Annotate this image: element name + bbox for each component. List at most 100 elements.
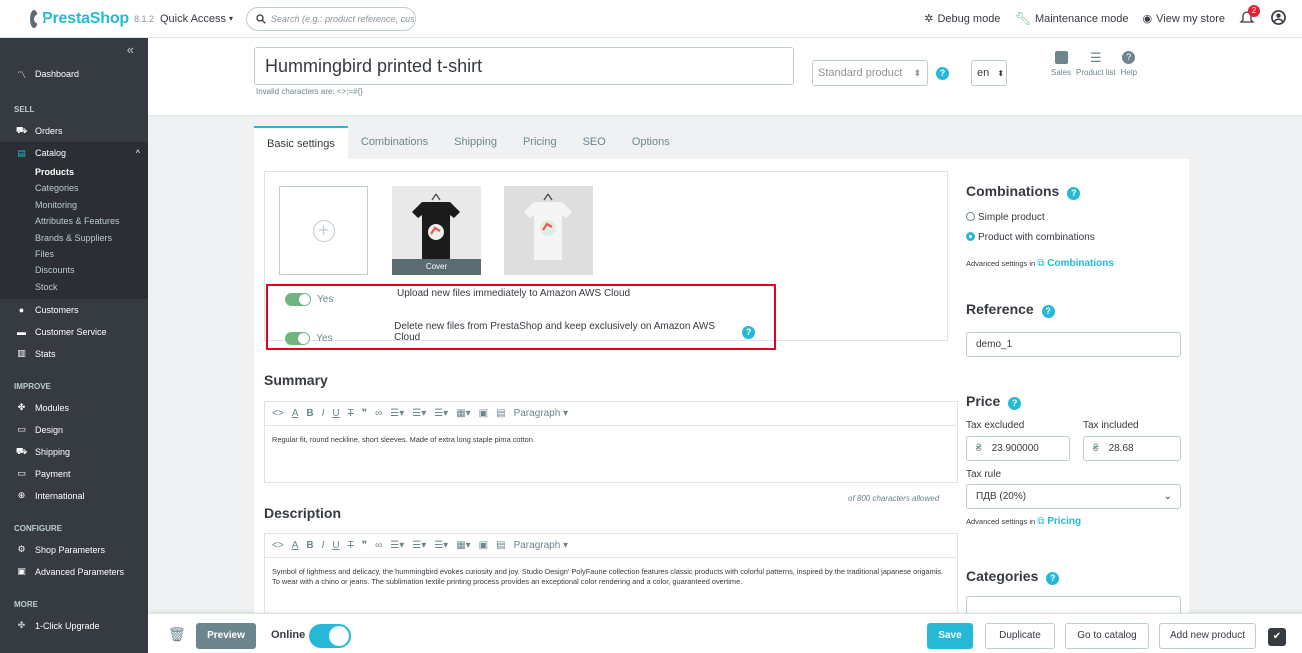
bullet-list-icon[interactable]: ☰▾	[412, 408, 426, 419]
table-icon[interactable]: ▦▾	[456, 540, 470, 551]
help-icon[interactable]: ?	[742, 325, 755, 339]
summary-editor[interactable]: <> A B I U T ❞ ∞ ☰▾ ☰▾ ☰▾ ▦▾ ▣ ▤ Paragra…	[264, 401, 958, 483]
help-icon[interactable]: ?	[1067, 187, 1081, 200]
sidebar-item-orders[interactable]: ⛟ Orders	[0, 120, 148, 142]
product-image-black[interactable]: Cover	[392, 186, 481, 275]
code-icon[interactable]: <>	[272, 540, 284, 551]
sidebar-sub-brands[interactable]: Brands & Suppliers	[0, 230, 148, 246]
bold-icon[interactable]: B	[306, 540, 313, 551]
sidebar-item-shipping[interactable]: ⛟ Shipping	[0, 441, 148, 463]
code-icon[interactable]: <>	[272, 408, 284, 419]
sidebar-item-customers[interactable]: ● Customers	[0, 299, 148, 321]
product-type-select[interactable]: Standard product ⬍	[812, 60, 928, 86]
text-color-icon[interactable]: A	[292, 408, 299, 419]
italic-icon[interactable]: I	[322, 408, 325, 419]
bold-icon[interactable]: B	[306, 408, 313, 419]
align-icon[interactable]: ☰▾	[390, 408, 404, 419]
debug-mode-link[interactable]: ✲ Debug mode	[924, 12, 1000, 26]
online-toggle[interactable]	[309, 624, 351, 648]
save-button[interactable]: Save	[927, 623, 973, 649]
sidebar-item-international[interactable]: ⊕ International	[0, 485, 148, 507]
numbered-list-icon[interactable]: ☰▾	[434, 540, 448, 551]
quick-access-dropdown[interactable]: Quick Access ▾	[160, 13, 246, 25]
help-icon[interactable]: ?	[1041, 305, 1055, 318]
underline-icon[interactable]: U	[332, 540, 339, 551]
paragraph-select[interactable]: Paragraph ▾	[514, 408, 569, 419]
media-icon[interactable]: ▤	[496, 540, 505, 551]
tax-excluded-input[interactable]: ₴ 23.900000	[966, 436, 1070, 461]
underline-icon[interactable]: U	[332, 408, 339, 419]
help-icon[interactable]: ?	[1046, 572, 1060, 585]
preview-button[interactable]: Preview	[196, 623, 256, 649]
product-image-white[interactable]	[504, 186, 593, 275]
sidebar-sub-attributes[interactable]: Attributes & Features	[0, 213, 148, 229]
help-button[interactable]: ? Help	[1121, 51, 1137, 77]
pricing-link[interactable]: ⧉ Pricing	[1037, 516, 1081, 527]
sidebar-item-1-click-upgrade[interactable]: ✤ 1-Click Upgrade	[0, 615, 148, 637]
tab-pricing[interactable]: Pricing	[510, 126, 570, 159]
paragraph-select[interactable]: Paragraph ▾	[514, 540, 569, 551]
search-input[interactable]: Search (e.g.: product reference, custon	[246, 6, 416, 31]
media-icon[interactable]: ▤	[496, 408, 505, 419]
product-list-button[interactable]: ☰ Product list	[1076, 51, 1116, 77]
tab-options[interactable]: Options	[619, 126, 683, 159]
notifications-button[interactable]: 2	[1239, 4, 1260, 28]
delete-local-toggle[interactable]	[285, 331, 311, 345]
add-new-product-button[interactable]: Add new product	[1159, 623, 1256, 649]
image-icon[interactable]: ▣	[479, 408, 488, 419]
maintenance-mode-link[interactable]: 🔧︎ Maintenance mode	[1014, 11, 1128, 27]
trash-icon[interactable]: 🗑︎	[168, 626, 186, 643]
image-icon[interactable]: ▣	[479, 540, 488, 551]
account-button[interactable]	[1271, 9, 1286, 28]
table-icon[interactable]: ▦▾	[456, 408, 470, 419]
link-icon[interactable]: ∞	[375, 408, 382, 419]
description-editor[interactable]: <> A B I U T ❞ ∞ ☰▾ ☰▾ ☰▾ ▦▾ ▣ ▤ Paragra…	[264, 533, 958, 613]
sales-button[interactable]: Sales	[1051, 51, 1071, 77]
sidebar-item-catalog[interactable]: ▤ Catalog ^	[0, 142, 148, 164]
sidebar-item-stats[interactable]: ▥ Stats	[0, 343, 148, 365]
text-color-icon[interactable]: A	[292, 540, 299, 551]
help-icon[interactable]: ?	[936, 67, 949, 80]
sidebar-item-advanced-parameters[interactable]: ▣ Advanced Parameters	[0, 561, 148, 583]
help-icon[interactable]: ?	[1008, 397, 1022, 410]
add-image-button[interactable]: +	[279, 186, 368, 275]
tax-rule-select[interactable]: ПДВ (20%) ⌄	[966, 484, 1181, 509]
quote-icon[interactable]: ❞	[362, 540, 367, 551]
tab-seo[interactable]: SEO	[570, 126, 619, 159]
tab-shipping[interactable]: Shipping	[441, 126, 510, 159]
tax-included-input[interactable]: ₴ 28.68	[1083, 436, 1181, 461]
view-store-link[interactable]: ◉ View my store	[1143, 12, 1225, 26]
strikethrough-icon[interactable]: T	[348, 540, 354, 551]
collapse-sidebar-icon[interactable]: «	[127, 42, 134, 57]
upload-aws-toggle[interactable]	[285, 293, 311, 306]
duplicate-button[interactable]: Duplicate	[985, 623, 1055, 649]
prestashop-logo[interactable]: PrestaShop 8.1.2	[30, 9, 154, 28]
tab-basic-settings[interactable]: Basic settings	[254, 126, 348, 159]
simple-product-option[interactable]: Simple product	[966, 212, 1045, 223]
italic-icon[interactable]: I	[322, 540, 325, 551]
sidebar-sub-monitoring[interactable]: Monitoring	[0, 197, 148, 213]
link-icon[interactable]: ∞	[375, 540, 382, 551]
go-to-catalog-button[interactable]: Go to catalog	[1065, 623, 1149, 649]
sidebar-item-customer-service[interactable]: ▬ Customer Service	[0, 321, 148, 343]
sidebar-item-modules[interactable]: ✤ Modules	[0, 397, 148, 419]
align-icon[interactable]: ☰▾	[390, 540, 404, 551]
numbered-list-icon[interactable]: ☰▾	[434, 408, 448, 419]
sidebar-sub-categories[interactable]: Categories	[0, 180, 148, 196]
language-select[interactable]: en ⬍	[971, 60, 1007, 86]
sidebar-item-dashboard[interactable]: 〽 Dashboard	[0, 63, 148, 85]
with-combinations-option[interactable]: Product with combinations	[966, 232, 1095, 243]
sidebar-sub-products[interactable]: Products	[0, 164, 148, 180]
sidebar-item-shop-parameters[interactable]: ⚙ Shop Parameters	[0, 539, 148, 561]
sidebar-sub-discounts[interactable]: Discounts	[0, 262, 148, 278]
sidebar-item-design[interactable]: ▭ Design	[0, 419, 148, 441]
prestashop-assistant-icon[interactable]: ✔	[1268, 628, 1286, 646]
sidebar-item-payment[interactable]: ▭ Payment	[0, 463, 148, 485]
strikethrough-icon[interactable]: T	[348, 408, 354, 419]
bullet-list-icon[interactable]: ☰▾	[412, 540, 426, 551]
reference-input[interactable]: demo_1	[966, 332, 1181, 357]
quote-icon[interactable]: ❞	[362, 408, 367, 419]
sidebar-sub-files[interactable]: Files	[0, 246, 148, 262]
sidebar-sub-stock[interactable]: Stock	[0, 279, 148, 299]
tab-combinations[interactable]: Combinations	[348, 126, 441, 159]
